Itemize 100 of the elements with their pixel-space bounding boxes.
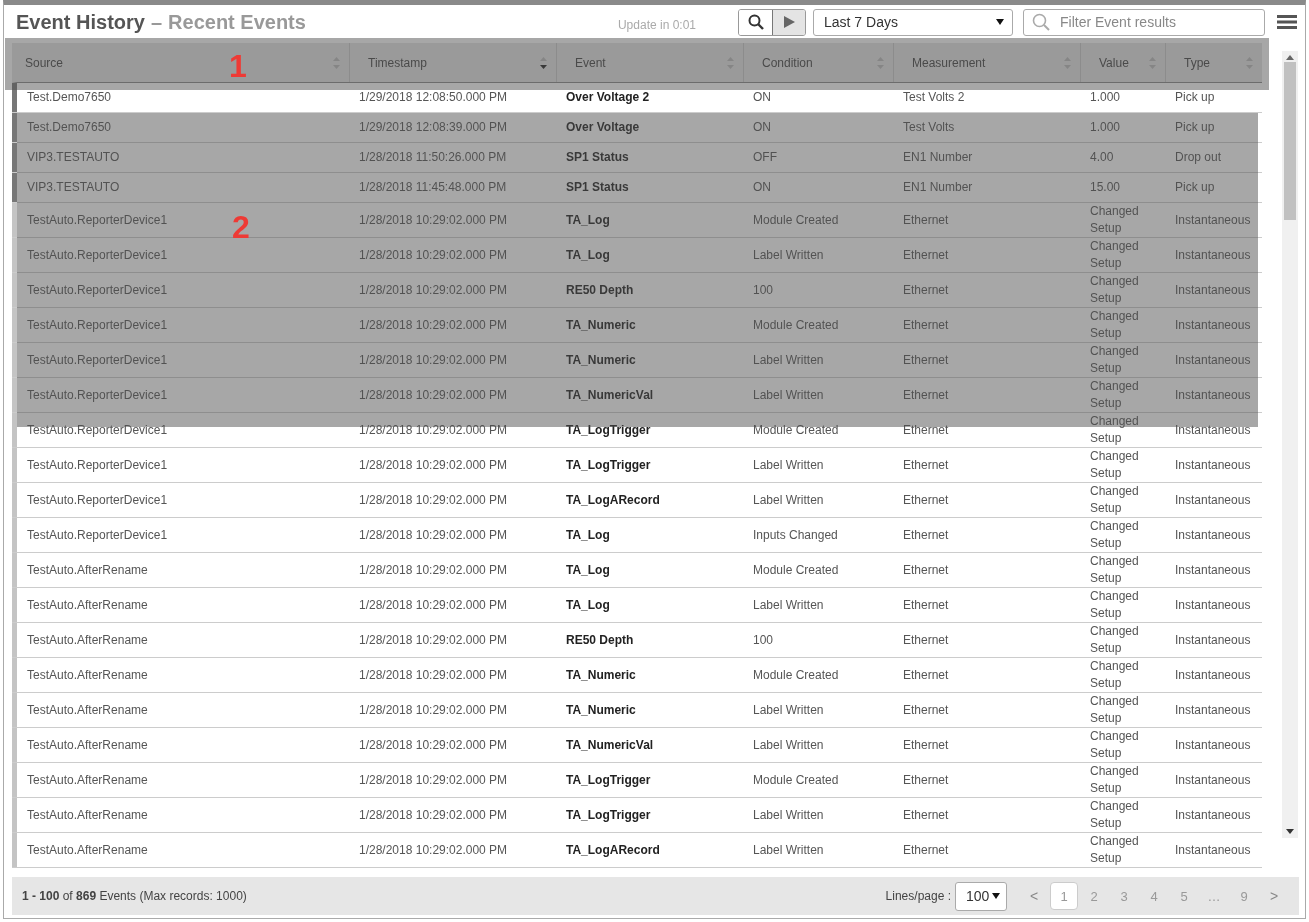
table-cell: TA_LogARecord bbox=[566, 841, 660, 859]
table-cell: TestAuto.ReporterDevice1 bbox=[27, 456, 168, 474]
table-cell: ON bbox=[753, 179, 771, 196]
table-cell: TestAuto.AfterRename bbox=[27, 561, 148, 579]
table-cell: VIP3.TESTAUTO bbox=[27, 149, 120, 166]
table-cell: RE50 Depth bbox=[566, 631, 634, 649]
table-cell: 1/28/2018 10:29:02.000 PM bbox=[359, 701, 508, 719]
table-cell: Instantaneous bbox=[1175, 771, 1251, 789]
table-cell: Label Written bbox=[753, 841, 824, 859]
table-cell-text: Changed Setup bbox=[1090, 728, 1140, 762]
table-cell: Ethernet bbox=[903, 736, 949, 754]
column-header[interactable]: Timestamp bbox=[368, 55, 427, 70]
table-cell-text: Changed Setup bbox=[1090, 833, 1140, 867]
table-cell: Instantaneous bbox=[1175, 386, 1251, 404]
table-cell: TA_Numeric bbox=[566, 666, 636, 684]
table-cell: TA_LogTrigger bbox=[566, 456, 651, 474]
table-cell: Ethernet bbox=[903, 281, 949, 299]
column-header[interactable]: Condition bbox=[762, 55, 813, 70]
menu-icon[interactable] bbox=[1277, 15, 1297, 29]
table-cell: 1/28/2018 10:29:02.000 PM bbox=[359, 351, 508, 369]
lines-per-page-select[interactable]: 100 bbox=[955, 881, 1007, 911]
table-cell: OFF bbox=[753, 149, 777, 166]
table-cell: TA_Log bbox=[566, 211, 610, 229]
table-cell: Instantaneous bbox=[1175, 596, 1251, 614]
table-cell: TA_Numeric bbox=[566, 701, 636, 719]
column-header[interactable]: Source bbox=[25, 55, 64, 70]
table-cell: Over Voltage 2 bbox=[566, 89, 650, 106]
table-cell: EN1 Number bbox=[903, 179, 973, 196]
table-cell: Instantaneous bbox=[1175, 316, 1251, 334]
table-cell: TA_LogTrigger bbox=[566, 771, 651, 789]
table-cell: TA_Numeric bbox=[566, 351, 636, 369]
table-cell: Ethernet bbox=[903, 316, 949, 334]
table-cell: Test Volts 2 bbox=[903, 89, 965, 106]
table-cell: Module Created bbox=[753, 421, 839, 439]
page-button[interactable]: 2 bbox=[1080, 882, 1108, 910]
table-cell: 1/28/2018 10:29:02.000 PM bbox=[359, 666, 508, 684]
table-cell: Pick up bbox=[1175, 179, 1215, 196]
table-cell: Instantaneous bbox=[1175, 351, 1251, 369]
table-cell: Instantaneous bbox=[1175, 526, 1251, 544]
column-header[interactable]: Type bbox=[1184, 55, 1210, 70]
page-button[interactable]: 3 bbox=[1110, 882, 1138, 910]
title-separator: – bbox=[150, 10, 163, 34]
play-button[interactable] bbox=[772, 9, 805, 35]
page-button[interactable]: 9 bbox=[1230, 882, 1258, 910]
dropdown-caret-icon bbox=[996, 19, 1004, 25]
update-countdown: Update in 0:01 bbox=[617, 18, 696, 32]
date-range-select[interactable]: Last 7 Days bbox=[813, 8, 1013, 36]
table-cell-text: Changed Setup bbox=[1090, 693, 1140, 727]
table-cell-text: Changed Setup bbox=[1090, 273, 1140, 307]
table-cell: 1/28/2018 10:29:02.000 PM bbox=[359, 211, 508, 229]
column-header[interactable]: Value bbox=[1099, 55, 1129, 70]
table-cell: 1/28/2018 10:29:02.000 PM bbox=[359, 736, 508, 754]
table-cell: Instantaneous bbox=[1175, 281, 1251, 299]
table-cell: Instantaneous bbox=[1175, 456, 1251, 474]
table-cell-text: Changed Setup bbox=[1090, 623, 1140, 657]
column-header[interactable]: Event bbox=[575, 55, 606, 70]
table-cell: Label Written bbox=[753, 386, 824, 404]
table-cell: 1.000 bbox=[1090, 89, 1121, 106]
page-button[interactable]: 5 bbox=[1170, 882, 1198, 910]
column-header[interactable]: Measurement bbox=[912, 55, 986, 70]
table-cell: 1/29/2018 12:08:50.000 PM bbox=[359, 89, 508, 106]
page-nav-button[interactable]: > bbox=[1260, 882, 1288, 910]
scroll-up-icon bbox=[1286, 55, 1294, 60]
table-cell: Ethernet bbox=[903, 246, 949, 264]
table-cell: Label Written bbox=[753, 246, 824, 264]
table-cell: Label Written bbox=[753, 736, 824, 754]
table-cell-text: Changed Setup bbox=[1090, 238, 1140, 272]
table-cell: EN1 Number bbox=[903, 149, 973, 166]
table-cell: TA_Log bbox=[566, 561, 610, 579]
table-cell: 1/28/2018 11:50:26.000 PM bbox=[359, 149, 507, 166]
table-cell: Test.Demo7650 bbox=[27, 89, 112, 106]
page-button[interactable]: 1 bbox=[1050, 882, 1078, 910]
table-cell: TestAuto.AfterRename bbox=[27, 841, 148, 859]
table-cell: Ethernet bbox=[903, 421, 949, 439]
table-cell: ON bbox=[753, 89, 771, 106]
filter-field[interactable]: Filter Event results bbox=[1023, 8, 1265, 36]
table-cell: TestAuto.AfterRename bbox=[27, 736, 148, 754]
table-cell: Instantaneous bbox=[1175, 666, 1251, 684]
table-cell: Ethernet bbox=[903, 211, 949, 229]
table-cell: Pick up bbox=[1175, 119, 1215, 136]
table-cell-text: Changed Setup bbox=[1090, 553, 1140, 587]
page-nav-button[interactable]: < bbox=[1020, 882, 1048, 910]
table-cell: TA_LogARecord bbox=[566, 491, 660, 509]
table-cell: 4.00 bbox=[1090, 149, 1114, 166]
table-cell: Instantaneous bbox=[1175, 701, 1251, 719]
table-cell: 1/28/2018 10:29:02.000 PM bbox=[359, 771, 508, 789]
table-cell: Ethernet bbox=[903, 526, 949, 544]
table-cell: TestAuto.AfterRename bbox=[27, 596, 148, 614]
table-cell: Ethernet bbox=[903, 771, 949, 789]
search-icon bbox=[1032, 12, 1050, 31]
table-cell: Instantaneous bbox=[1175, 421, 1251, 439]
table-cell: TA_Log bbox=[566, 246, 610, 264]
table-cell: Pick up bbox=[1175, 89, 1215, 106]
table-cell: Test Volts bbox=[903, 119, 955, 136]
table-cell-text: Changed Setup bbox=[1090, 483, 1140, 517]
page-button[interactable]: 4 bbox=[1140, 882, 1168, 910]
table-cell-text: Changed Setup bbox=[1090, 343, 1140, 377]
table-cell: Ethernet bbox=[903, 561, 949, 579]
table-cell: 1/28/2018 10:29:02.000 PM bbox=[359, 421, 508, 439]
scroll-thumb[interactable] bbox=[1284, 62, 1296, 220]
